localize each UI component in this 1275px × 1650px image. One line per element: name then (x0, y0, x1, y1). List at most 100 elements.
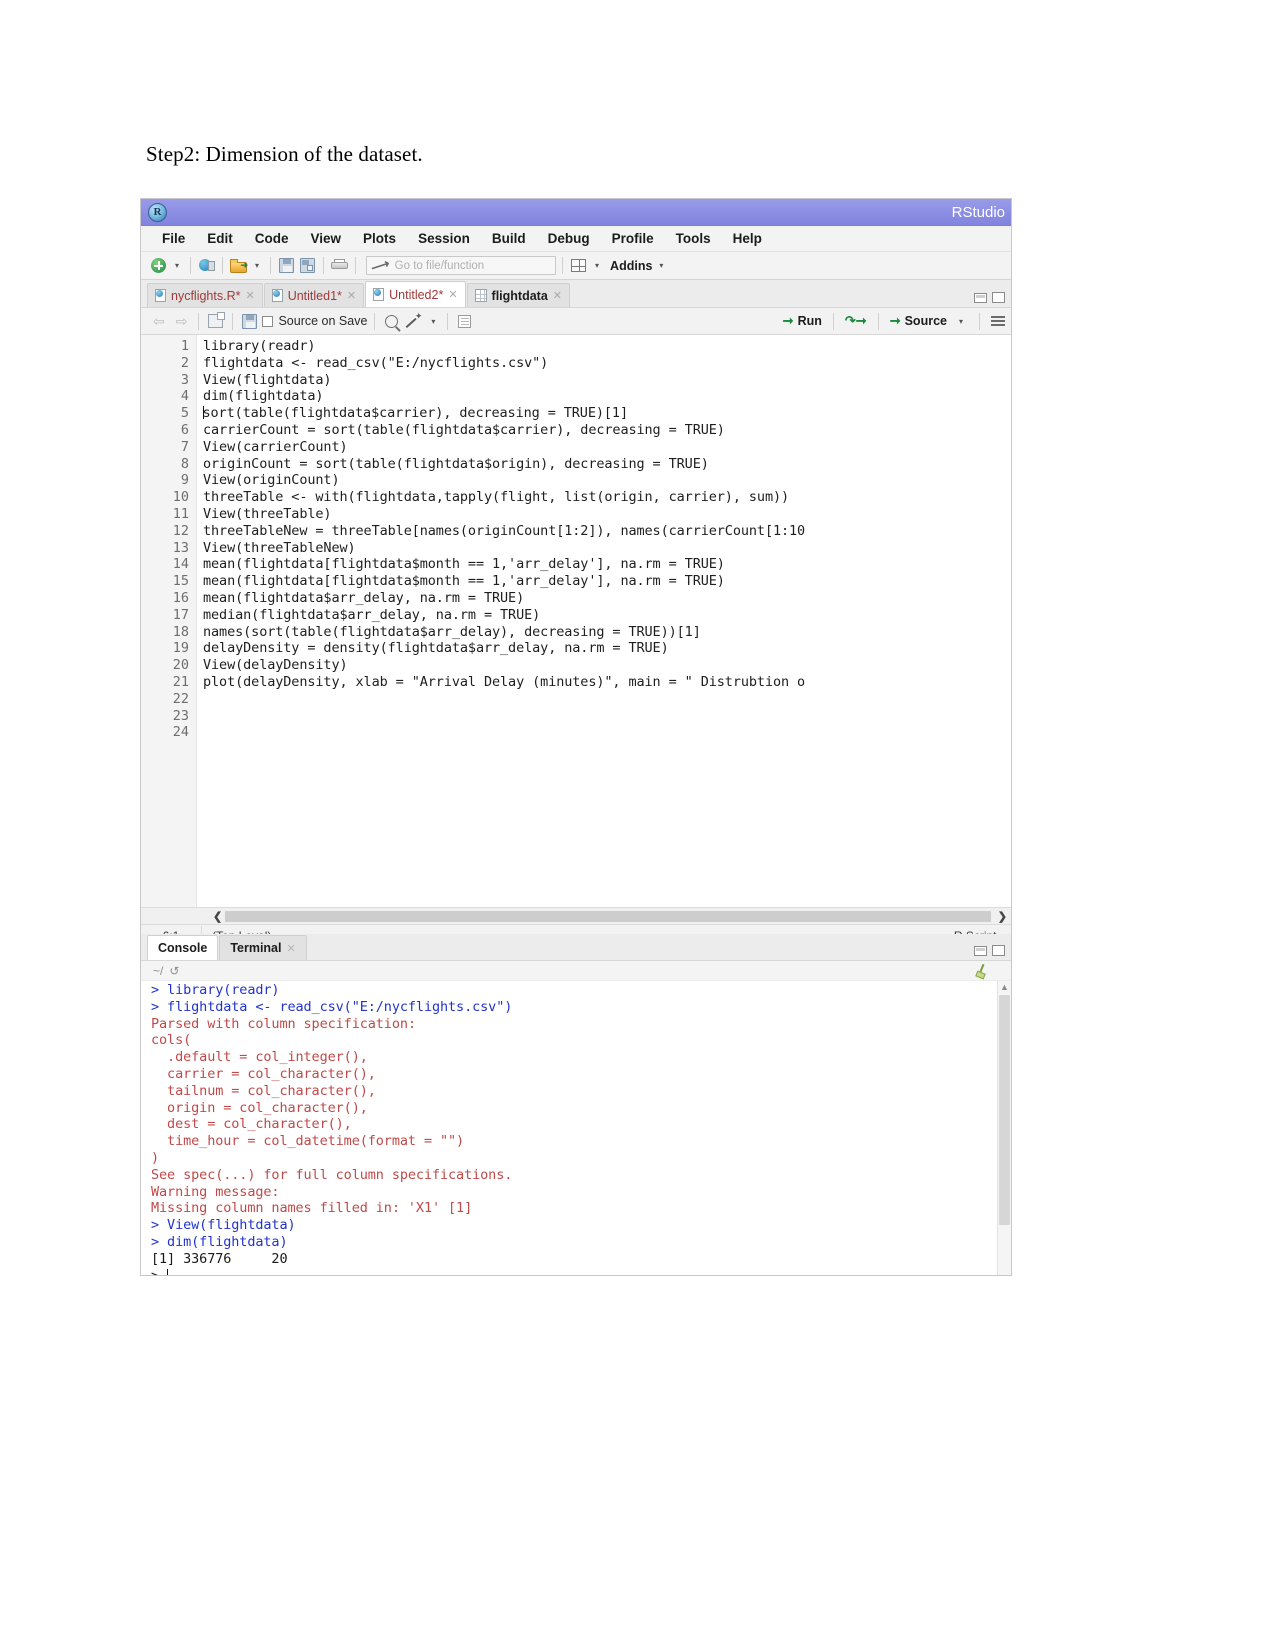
show-in-new-window-button[interactable] (206, 312, 226, 331)
scroll-left-icon[interactable]: ❮ (213, 910, 222, 923)
line-number: 24 (172, 724, 189, 741)
scrollbar-thumb[interactable] (999, 995, 1010, 1225)
menu-plots[interactable]: Plots (352, 229, 407, 248)
tab-console[interactable]: Console (147, 935, 219, 960)
toolbar-divider (447, 312, 449, 330)
source-button[interactable]: ➞ Source (890, 313, 947, 329)
source-dropdown-caret[interactable]: ▾ (954, 317, 968, 326)
r-doc-icon (373, 288, 385, 301)
close-icon[interactable]: ✕ (286, 942, 295, 955)
maximize-icon[interactable] (992, 292, 1005, 303)
refresh-icon[interactable]: ↺ (169, 964, 179, 978)
code-tools-caret[interactable]: ▾ (426, 317, 440, 326)
rerun-icon[interactable]: ↷➞ (845, 313, 867, 329)
addins-dropdown-caret[interactable]: ▾ (654, 261, 668, 270)
console-working-directory-bar: ~/ ↺ (141, 961, 1011, 981)
close-icon[interactable]: ✕ (245, 289, 254, 302)
close-icon[interactable]: ✕ (553, 289, 562, 302)
outline-list-icon[interactable] (991, 315, 1005, 327)
save-button[interactable] (277, 256, 296, 275)
scrollbar-thumb[interactable] (225, 910, 991, 922)
scroll-up-icon[interactable]: ▲ (1000, 982, 1009, 992)
addins-button[interactable]: Addins (610, 259, 652, 273)
code-line: View(threeTableNew) (203, 539, 356, 556)
menu-file[interactable]: File (151, 229, 196, 248)
source-on-save-checkbox[interactable] (262, 315, 274, 327)
new-file-dropdown-caret[interactable]: ▾ (170, 261, 184, 270)
code-line: View(delayDensity) (203, 657, 348, 674)
menu-session[interactable]: Session (407, 229, 481, 248)
menu-help[interactable]: Help (722, 229, 773, 248)
menu-tools[interactable]: Tools (665, 229, 722, 248)
code-editor[interactable]: 1 2 3 4 5 6 7 8 9 10 11 12 13 14 15 16 1… (141, 335, 1011, 907)
document-outline-icon (458, 314, 472, 328)
clear-console-icon[interactable] (975, 964, 989, 978)
source-tab-untitled2[interactable]: Untitled2* ✕ (365, 281, 466, 307)
console-line: origin = col_character(), (151, 1099, 368, 1116)
goto-file-input[interactable]: ⟶ Go to file/function (366, 255, 557, 275)
source-pane: nycflights.R* ✕ Untitled1* ✕ Untitled2* … (141, 280, 1011, 946)
console-line: Missing column names filled in: 'X1' [1] (151, 1200, 473, 1217)
save-icon (279, 258, 295, 273)
code-line-text: sort(table(flightdata$carrier), decreasi… (202, 405, 629, 422)
line-number: 12 (172, 522, 189, 539)
menu-debug[interactable]: Debug (537, 229, 601, 248)
new-file-button[interactable] (149, 256, 168, 275)
save-all-button[interactable] (298, 256, 317, 275)
code-line: View(flightdata) (203, 371, 332, 388)
panes-icon (571, 259, 587, 272)
console-pane: Console Terminal ✕ ~/ ↺ > library(readr)… (141, 934, 1011, 1276)
plus-circle-icon (151, 258, 166, 273)
window-title: RStudio (951, 203, 1005, 221)
code-lines[interactable]: library(readr) flightdata <- read_csv("E… (197, 335, 1011, 907)
line-number: 15 (172, 573, 189, 590)
arrow-back-icon[interactable]: ⇦ (149, 313, 169, 330)
menu-edit[interactable]: Edit (196, 229, 244, 248)
editor-save-button[interactable] (240, 312, 259, 331)
rstudio-window: R RStudio File Edit Code View Plots Sess… (140, 198, 1012, 1276)
close-icon[interactable]: ✕ (448, 288, 457, 301)
panes-dropdown-caret[interactable]: ▾ (590, 261, 604, 270)
save-all-icon (300, 258, 316, 273)
working-directory-label[interactable]: ~/ (153, 964, 163, 978)
source-arrow-icon: ➞ (889, 313, 901, 328)
line-number: 6 (180, 421, 189, 438)
console-prompt: > (151, 1267, 168, 1276)
minimize-icon[interactable] (974, 945, 987, 956)
code-line: dim(flightdata) (203, 388, 324, 405)
workspace-panes-button[interactable] (569, 256, 588, 275)
menu-build[interactable]: Build (481, 229, 537, 248)
editor-horizontal-scrollbar[interactable]: ❮ ❯ (141, 907, 1011, 924)
minimize-icon[interactable] (974, 292, 987, 303)
run-button[interactable]: ➞ Run (783, 313, 822, 329)
scroll-right-icon[interactable]: ❯ (998, 910, 1007, 923)
console-output[interactable]: > library(readr) > flightdata <- read_cs… (141, 981, 1011, 1276)
code-tools-icon (406, 311, 423, 329)
console-line: tailnum = col_character(), (151, 1082, 376, 1099)
console-line: .default = col_integer(), (151, 1049, 368, 1066)
source-tab-untitled1[interactable]: Untitled1* ✕ (263, 283, 365, 307)
source-tab-flightdata[interactable]: flightdata ✕ (466, 283, 571, 307)
open-file-button[interactable]: ➜ (229, 256, 248, 275)
grid-icon (474, 289, 487, 302)
code-line: carrierCount = sort(table(flightdata$car… (203, 421, 725, 438)
open-recent-caret[interactable]: ▾ (250, 261, 264, 270)
compile-report-button[interactable] (455, 312, 474, 331)
console-vertical-scrollbar[interactable]: ▲ ▼ (997, 981, 1011, 1275)
console-line: cols( (151, 1032, 192, 1049)
source-tab-nycflights[interactable]: nycflights.R* ✕ (147, 283, 263, 307)
find-replace-button[interactable] (382, 312, 401, 331)
line-number: 9 (180, 472, 189, 489)
new-project-button[interactable] (197, 256, 216, 275)
maximize-icon[interactable] (992, 945, 1005, 956)
tab-terminal[interactable]: Terminal ✕ (219, 935, 307, 960)
code-tools-button[interactable] (404, 311, 423, 331)
close-icon[interactable]: ✕ (347, 289, 356, 302)
menu-code[interactable]: Code (244, 229, 300, 248)
line-number: 1 (180, 338, 189, 354)
menu-view[interactable]: View (300, 229, 353, 248)
show-in-new-window-icon (208, 312, 226, 328)
print-button[interactable] (330, 256, 349, 275)
menu-profile[interactable]: Profile (601, 229, 665, 248)
arrow-forward-icon[interactable]: ⇨ (172, 313, 192, 330)
